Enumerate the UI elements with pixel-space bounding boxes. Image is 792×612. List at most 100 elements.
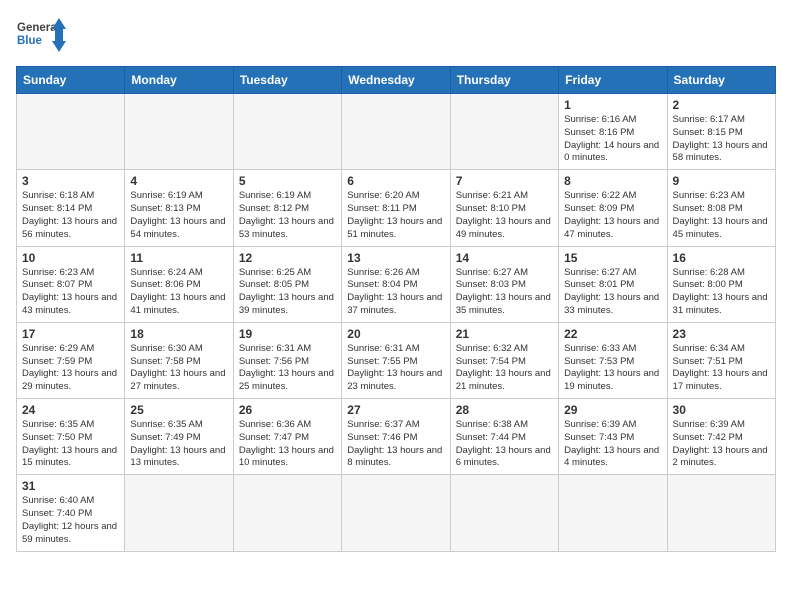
day-of-week-header: Saturday [667, 67, 775, 94]
day-number: 2 [673, 98, 770, 112]
calendar-day-cell: 22Sunrise: 6:33 AM Sunset: 7:53 PM Dayli… [559, 322, 667, 398]
svg-text:Blue: Blue [17, 35, 42, 47]
day-of-week-header: Thursday [450, 67, 558, 94]
calendar-day-cell: 25Sunrise: 6:35 AM Sunset: 7:49 PM Dayli… [125, 399, 233, 475]
day-number: 20 [347, 327, 444, 341]
calendar-day-cell [125, 94, 233, 170]
day-number: 21 [456, 327, 553, 341]
generalblue-logo-icon: General Blue [16, 16, 66, 54]
day-detail: Sunrise: 6:37 AM Sunset: 7:46 PM Dayligh… [347, 419, 444, 470]
calendar-day-cell: 12Sunrise: 6:25 AM Sunset: 8:05 PM Dayli… [233, 246, 341, 322]
day-detail: Sunrise: 6:19 AM Sunset: 8:13 PM Dayligh… [130, 190, 227, 241]
calendar-day-cell: 23 Sunrise: 6:34 AM Sunset: 7:51 PM Dayli… [667, 322, 775, 398]
day-number: 15 [564, 251, 661, 265]
calendar-day-cell [450, 475, 558, 551]
calendar-day-cell: 21 Sunrise: 6:32 AM Sunset: 7:54 PM Dayli… [450, 322, 558, 398]
day-detail: Sunrise: 6:38 AM Sunset: 7:44 PM Dayligh… [456, 419, 553, 470]
day-detail: Sunrise: 6:32 AM Sunset: 7:54 PM Dayligh… [456, 343, 553, 394]
day-number: 23 [673, 327, 770, 341]
day-number: 13 [347, 251, 444, 265]
day-detail: Sunrise: 6:34 AM Sunset: 7:51 PM Dayligh… [673, 343, 770, 394]
day-detail: Sunrise: 6:28 AM Sunset: 8:00 PM Dayligh… [673, 267, 770, 318]
day-detail: Sunrise: 6:24 AM Sunset: 8:06 PM Dayligh… [130, 267, 227, 318]
day-detail: Sunrise: 6:18 AM Sunset: 8:14 PM Dayligh… [22, 190, 119, 241]
day-number: 28 [456, 403, 553, 417]
day-number: 17 [22, 327, 119, 341]
page-header: General Blue [16, 16, 776, 54]
calendar-day-cell: 16 Sunrise: 6:28 AM Sunset: 8:00 PM Dayli… [667, 246, 775, 322]
day-detail: Sunrise: 6:22 AM Sunset: 8:09 PM Dayligh… [564, 190, 661, 241]
calendar-day-cell: 20Sunrise: 6:31 AM Sunset: 7:55 PM Dayli… [342, 322, 450, 398]
day-detail: Sunrise: 6:39 AM Sunset: 7:43 PM Dayligh… [564, 419, 661, 470]
day-number: 22 [564, 327, 661, 341]
day-number: 31 [22, 479, 119, 493]
day-detail: Sunrise: 6:35 AM Sunset: 7:50 PM Dayligh… [22, 419, 119, 470]
calendar-day-cell: 4 Sunrise: 6:19 AM Sunset: 8:13 PM Daylig… [125, 170, 233, 246]
calendar-day-cell: 17 Sunrise: 6:29 AM Sunset: 7:59 PM Dayli… [17, 322, 125, 398]
day-number: 14 [456, 251, 553, 265]
day-detail: Sunrise: 6:17 AM Sunset: 8:15 PM Dayligh… [673, 114, 770, 165]
day-number: 30 [673, 403, 770, 417]
calendar-day-cell: 11Sunrise: 6:24 AM Sunset: 8:06 PM Dayli… [125, 246, 233, 322]
day-number: 27 [347, 403, 444, 417]
calendar-day-cell [342, 94, 450, 170]
calendar-day-cell: 10 Sunrise: 6:23 AM Sunset: 8:07 PM Dayli… [17, 246, 125, 322]
calendar-day-cell: 3 Sunrise: 6:18 AM Sunset: 8:14 PM Daylig… [17, 170, 125, 246]
day-of-week-header: Sunday [17, 67, 125, 94]
calendar-day-cell: 30 Sunrise: 6:39 AM Sunset: 7:42 PM Dayli… [667, 399, 775, 475]
calendar-day-cell [125, 475, 233, 551]
calendar-week-row: 3 Sunrise: 6:18 AM Sunset: 8:14 PM Daylig… [17, 170, 776, 246]
day-number: 8 [564, 174, 661, 188]
day-number: 4 [130, 174, 227, 188]
calendar-day-cell: 2 Sunrise: 6:17 AM Sunset: 8:15 PM Daylig… [667, 94, 775, 170]
day-detail: Sunrise: 6:23 AM Sunset: 8:07 PM Dayligh… [22, 267, 119, 318]
calendar-week-row: 1Sunrise: 6:16 AM Sunset: 8:16 PM Daylig… [17, 94, 776, 170]
day-number: 9 [673, 174, 770, 188]
day-number: 7 [456, 174, 553, 188]
calendar-day-cell [17, 94, 125, 170]
calendar-day-cell: 19Sunrise: 6:31 AM Sunset: 7:56 PM Dayli… [233, 322, 341, 398]
day-number: 29 [564, 403, 661, 417]
day-detail: Sunrise: 6:26 AM Sunset: 8:04 PM Dayligh… [347, 267, 444, 318]
calendar-day-cell: 31 Sunrise: 6:40 AM Sunset: 7:40 PM Dayli… [17, 475, 125, 551]
day-number: 10 [22, 251, 119, 265]
calendar-day-cell: 9Sunrise: 6:23 AM Sunset: 8:08 PM Daylig… [667, 170, 775, 246]
calendar-day-cell: 29 Sunrise: 6:39 AM Sunset: 7:43 PM Dayli… [559, 399, 667, 475]
day-detail: Sunrise: 6:40 AM Sunset: 7:40 PM Dayligh… [22, 495, 119, 546]
calendar-table: SundayMondayTuesdayWednesdayThursdayFrid… [16, 66, 776, 552]
day-detail: Sunrise: 6:31 AM Sunset: 7:56 PM Dayligh… [239, 343, 336, 394]
calendar-day-cell: 5Sunrise: 6:19 AM Sunset: 8:12 PM Daylig… [233, 170, 341, 246]
day-number: 3 [22, 174, 119, 188]
calendar-day-cell: 26Sunrise: 6:36 AM Sunset: 7:47 PM Dayli… [233, 399, 341, 475]
logo: General Blue [16, 16, 66, 54]
calendar-header-row: SundayMondayTuesdayWednesdayThursdayFrid… [17, 67, 776, 94]
calendar-day-cell [559, 475, 667, 551]
day-detail: Sunrise: 6:27 AM Sunset: 8:01 PM Dayligh… [564, 267, 661, 318]
calendar-day-cell: 6Sunrise: 6:20 AM Sunset: 8:11 PM Daylig… [342, 170, 450, 246]
calendar-day-cell [450, 94, 558, 170]
day-of-week-header: Monday [125, 67, 233, 94]
day-number: 18 [130, 327, 227, 341]
day-of-week-header: Tuesday [233, 67, 341, 94]
day-detail: Sunrise: 6:39 AM Sunset: 7:42 PM Dayligh… [673, 419, 770, 470]
day-detail: Sunrise: 6:21 AM Sunset: 8:10 PM Dayligh… [456, 190, 553, 241]
day-detail: Sunrise: 6:29 AM Sunset: 7:59 PM Dayligh… [22, 343, 119, 394]
calendar-day-cell [233, 475, 341, 551]
calendar-day-cell: 13 Sunrise: 6:26 AM Sunset: 8:04 PM Dayli… [342, 246, 450, 322]
calendar-day-cell [342, 475, 450, 551]
day-detail: Sunrise: 6:27 AM Sunset: 8:03 PM Dayligh… [456, 267, 553, 318]
day-number: 6 [347, 174, 444, 188]
day-number: 26 [239, 403, 336, 417]
calendar-day-cell: 28 Sunrise: 6:38 AM Sunset: 7:44 PM Dayli… [450, 399, 558, 475]
calendar-week-row: 17 Sunrise: 6:29 AM Sunset: 7:59 PM Dayli… [17, 322, 776, 398]
calendar-day-cell: 27 Sunrise: 6:37 AM Sunset: 7:46 PM Dayli… [342, 399, 450, 475]
calendar-day-cell: 8 Sunrise: 6:22 AM Sunset: 8:09 PM Daylig… [559, 170, 667, 246]
calendar-day-cell: 24Sunrise: 6:35 AM Sunset: 7:50 PM Dayli… [17, 399, 125, 475]
calendar-day-cell: 1Sunrise: 6:16 AM Sunset: 8:16 PM Daylig… [559, 94, 667, 170]
calendar-day-cell: 18Sunrise: 6:30 AM Sunset: 7:58 PM Dayli… [125, 322, 233, 398]
day-number: 1 [564, 98, 661, 112]
day-number: 16 [673, 251, 770, 265]
day-detail: Sunrise: 6:19 AM Sunset: 8:12 PM Dayligh… [239, 190, 336, 241]
calendar-day-cell: 7 Sunrise: 6:21 AM Sunset: 8:10 PM Daylig… [450, 170, 558, 246]
day-number: 25 [130, 403, 227, 417]
